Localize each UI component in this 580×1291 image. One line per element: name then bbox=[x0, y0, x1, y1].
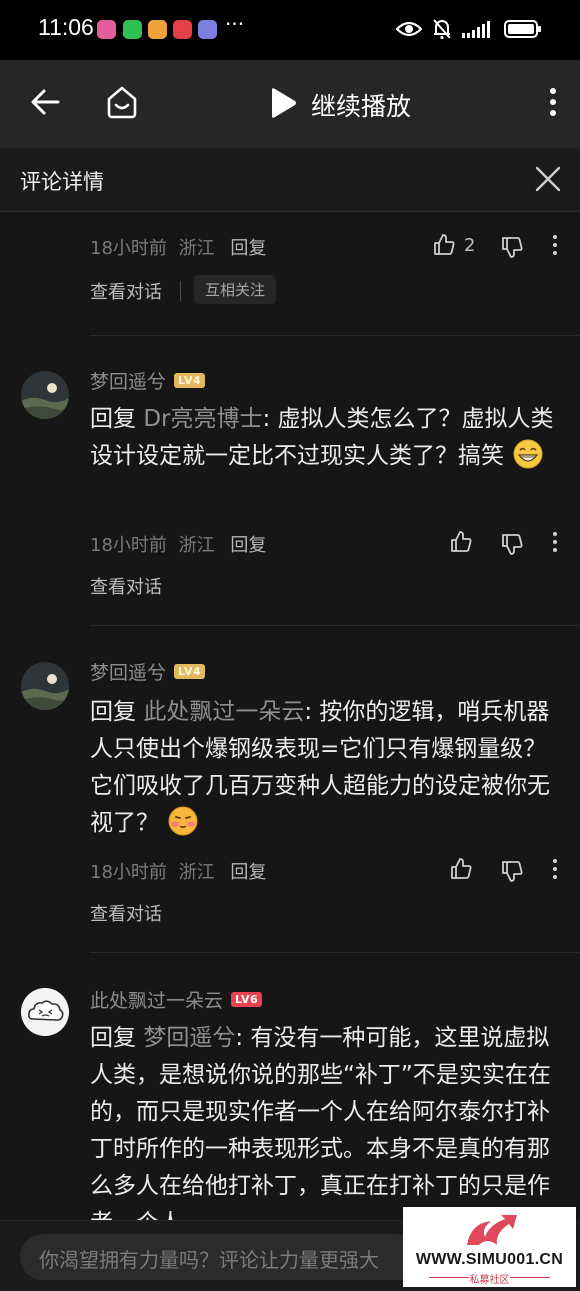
home-icon[interactable] bbox=[104, 84, 140, 120]
thumbs-up-icon bbox=[434, 234, 455, 255]
watermark-url: WWW.SIMU001.CN bbox=[415, 1251, 564, 1268]
app-notification-icon bbox=[97, 20, 116, 39]
comment-list: 18小时前 浙江 回复 2 查看对话 互相关注 梦回遥兮 LV4 回复 Dr亮亮… bbox=[0, 213, 580, 1220]
battery-icon bbox=[504, 20, 541, 38]
comment-meta: 18小时前 浙江 回复 bbox=[90, 531, 266, 557]
comment-location: 浙江 bbox=[178, 862, 215, 883]
level-badge: LV6 bbox=[231, 992, 263, 1007]
divider bbox=[90, 335, 580, 336]
comment-detail-header: 评论详情 bbox=[0, 148, 580, 212]
comment-text: : 有没有一种可能，这里说虚拟人类，是想说你说的那些“补丁”不是实实在在的，而只… bbox=[90, 1025, 551, 1220]
comment-username[interactable]: 此处飘过一朵云 LV6 bbox=[90, 986, 263, 1013]
grinning-emoji-icon bbox=[513, 439, 543, 469]
comment-meta: 18小时前 浙江 回复 bbox=[90, 234, 266, 260]
comment-time: 18小时前 bbox=[90, 535, 167, 556]
reply-prefix: 回复 bbox=[90, 406, 136, 432]
app-notification-icon bbox=[148, 20, 167, 39]
view-conversation-link[interactable]: 查看对话 bbox=[90, 573, 162, 599]
comment-username[interactable]: 梦回遥兮 LV4 bbox=[90, 658, 206, 685]
reply-target-user[interactable]: 梦回遥兮 bbox=[143, 1025, 235, 1051]
avatar[interactable] bbox=[21, 371, 69, 419]
separator bbox=[180, 281, 181, 301]
thumbs-down-icon[interactable] bbox=[500, 235, 524, 259]
view-conversation-link[interactable]: 查看对话 bbox=[90, 900, 162, 926]
avatar[interactable] bbox=[21, 988, 69, 1036]
level-badge: LV4 bbox=[174, 664, 206, 679]
watermark-line bbox=[510, 1277, 550, 1278]
level-badge: LV4 bbox=[174, 373, 206, 388]
avatar-image-icon bbox=[21, 662, 69, 710]
username-text: 梦回遥兮 bbox=[90, 371, 167, 393]
watermark: WWW.SIMU001.CN 私募社区 bbox=[403, 1207, 576, 1287]
eye-icon bbox=[396, 21, 422, 37]
more-options-icon[interactable] bbox=[552, 234, 558, 256]
wechat-icon bbox=[123, 20, 142, 39]
status-indicators bbox=[396, 18, 542, 40]
view-conversation-link[interactable]: 查看对话 bbox=[90, 278, 162, 304]
divider bbox=[90, 952, 580, 953]
reply-target-user[interactable]: 此处飘过一朵云 bbox=[143, 699, 304, 725]
thumbs-down-icon[interactable] bbox=[500, 532, 524, 556]
reply-target-user[interactable]: Dr亮亮博士 bbox=[143, 406, 262, 432]
smirk-emoji-icon bbox=[168, 806, 198, 836]
continue-playing-button[interactable]: 继续播放 bbox=[311, 87, 411, 123]
comment-username[interactable]: 梦回遥兮 LV4 bbox=[90, 367, 206, 394]
mutual-follow-tag: 互相关注 bbox=[194, 275, 277, 304]
watermark-subtitle: 私募社区 bbox=[469, 1275, 510, 1286]
panel-title: 评论详情 bbox=[20, 170, 104, 194]
comment-body: 回复 梦回遥兮: 有没有一种可能，这里说虚拟人类，是想说你说的那些“补丁”不是实… bbox=[90, 1020, 560, 1220]
reply-prefix: 回复 bbox=[90, 1025, 136, 1051]
thumbs-up-icon[interactable] bbox=[449, 530, 473, 554]
status-time: 11:06 bbox=[38, 14, 94, 40]
comment-time: 18小时前 bbox=[90, 238, 167, 259]
back-arrow-icon[interactable] bbox=[28, 85, 62, 119]
thumbs-down-icon[interactable] bbox=[500, 859, 524, 883]
like-count: 2 bbox=[464, 234, 476, 256]
comment-input-placeholder: 你渴望拥有力量吗？评论让力量更强大 bbox=[39, 1248, 379, 1272]
thumbs-up-icon[interactable] bbox=[449, 857, 473, 881]
comment-location: 浙江 bbox=[178, 238, 215, 259]
app-notification-icon bbox=[173, 20, 192, 39]
avatar[interactable] bbox=[21, 662, 69, 710]
reply-prefix: 回复 bbox=[90, 699, 136, 725]
watermark-logo-icon bbox=[467, 1215, 517, 1245]
signal-icon bbox=[462, 21, 490, 38]
more-vertical-icon[interactable] bbox=[548, 86, 558, 118]
more-notifications-icon: ··· bbox=[225, 12, 245, 36]
app-notification-icon bbox=[198, 20, 217, 39]
reply-button[interactable]: 回复 bbox=[230, 535, 266, 556]
username-text: 梦回遥兮 bbox=[90, 662, 167, 684]
cloud-avatar-icon bbox=[21, 988, 69, 1036]
like-button[interactable]: 2 bbox=[432, 233, 475, 257]
divider bbox=[90, 625, 580, 626]
avatar-image-icon bbox=[21, 371, 69, 419]
more-options-icon[interactable] bbox=[552, 531, 558, 553]
reply-button[interactable]: 回复 bbox=[230, 238, 266, 259]
close-icon[interactable] bbox=[534, 165, 562, 193]
comment-body: 回复 Dr亮亮博士: 虚拟人类怎么了？虚拟人类设计设定就一定比不过现实人类了？搞… bbox=[90, 401, 560, 475]
comment-time: 18小时前 bbox=[90, 862, 167, 883]
status-bar: 11:06 ··· bbox=[0, 0, 580, 60]
reply-button[interactable]: 回复 bbox=[230, 862, 266, 883]
username-text: 此处飘过一朵云 bbox=[90, 990, 224, 1012]
comment-meta: 18小时前 浙江 回复 bbox=[90, 858, 266, 884]
comment-location: 浙江 bbox=[178, 535, 215, 556]
mute-bell-icon bbox=[433, 19, 451, 40]
more-options-icon[interactable] bbox=[552, 858, 558, 880]
comment-body: 回复 此处飘过一朵云: 按你的逻辑，哨兵机器人只使出个爆钢级表现=它们只有爆钢量… bbox=[90, 694, 560, 842]
play-icon[interactable] bbox=[268, 87, 298, 119]
top-app-bar: 继续播放 bbox=[0, 60, 580, 148]
comment-input[interactable]: 你渴望拥有力量吗？评论让力量更强大 bbox=[20, 1234, 420, 1280]
